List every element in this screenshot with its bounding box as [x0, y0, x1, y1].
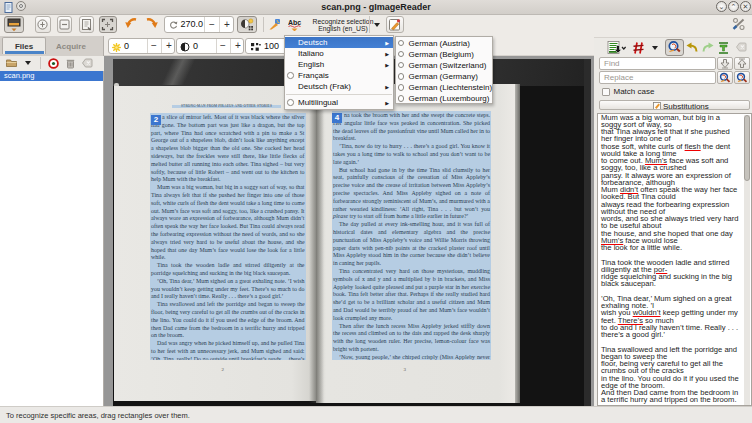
- svg-text:Abc: Abc: [288, 19, 301, 26]
